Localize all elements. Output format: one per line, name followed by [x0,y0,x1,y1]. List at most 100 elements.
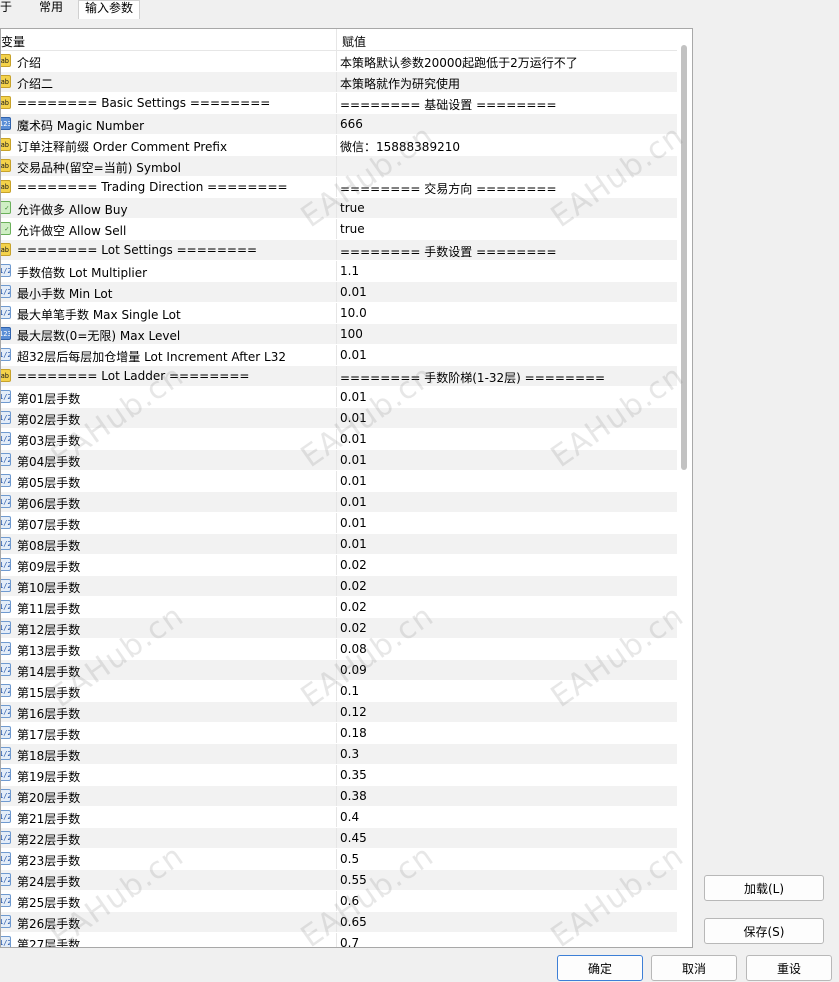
parameter-value[interactable]: 0.02 [340,621,367,635]
parameter-value[interactable]: 1.1 [340,264,359,278]
save-button[interactable]: 保存(S) [704,918,824,944]
parameter-value[interactable]: 0.18 [340,726,367,740]
table-row[interactable]: ab ======== Lot Ladder ======== ======== 手… [1,366,677,387]
parameter-value[interactable]: 0.01 [340,453,367,467]
table-row[interactable]: 1/2 第07层手数 0.01 [1,513,677,534]
table-row[interactable]: 1/2 第16层手数 0.12 [1,702,677,723]
parameter-value[interactable]: 0.6 [340,894,359,908]
table-row[interactable]: 1/2 第11层手数 0.02 [1,597,677,618]
parameter-value[interactable]: 0.01 [340,537,367,551]
vertical-scrollbar-thumb[interactable] [681,45,687,470]
parameter-value[interactable]: 0.12 [340,705,367,719]
table-row[interactable]: ✓ 允许做多 Allow Buy true [1,198,677,219]
parameter-value[interactable]: 本策略默认参数20000起跑低于2万运行不了 [340,54,578,71]
cancel-button[interactable]: 取消 [651,955,737,981]
parameter-value[interactable]: 0.08 [340,642,367,656]
table-row[interactable]: 1/2 第20层手数 0.38 [1,786,677,807]
parameter-value[interactable]: 0.4 [340,810,359,824]
table-row[interactable]: 1/2 第26层手数 0.65 [1,912,677,933]
parameter-value[interactable]: 0.7 [340,936,359,947]
table-row[interactable]: 1/2 第14层手数 0.09 [1,660,677,681]
ok-button[interactable]: 确定 [557,955,643,981]
table-row[interactable]: ab ======== Lot Settings ======== ========… [1,240,677,261]
table-row[interactable]: 1/2 第01层手数 0.01 [1,387,677,408]
cell-divider [336,198,337,218]
table-row[interactable]: 1/2 第18层手数 0.3 [1,744,677,765]
table-row[interactable]: 1/2 第09层手数 0.02 [1,555,677,576]
parameter-value[interactable]: 0.35 [340,768,367,782]
table-row[interactable]: ab 交易品种(留空=当前) Symbol [1,156,677,177]
parameter-value[interactable]: 0.45 [340,831,367,845]
table-row[interactable]: 1/2 第02层手数 0.01 [1,408,677,429]
parameter-value[interactable]: 0.3 [340,747,359,761]
table-row[interactable]: 123 魔术码 Magic Number 666 [1,114,677,135]
table-row[interactable]: 1/2 超32层后每层加仓增量 Lot Increment After L32 0.… [1,345,677,366]
table-row[interactable]: ab 订单注释前缀 Order Comment Prefix 微信：15888389… [1,135,677,156]
parameter-value[interactable]: 10.0 [340,306,367,320]
table-row[interactable]: 1/2 第13层手数 0.08 [1,639,677,660]
parameter-value[interactable]: 0.01 [340,495,367,509]
parameter-value[interactable]: ======== 手数设置 ======== [340,243,557,260]
table-row[interactable]: 1/2 第12层手数 0.02 [1,618,677,639]
tab-common[interactable]: 常用 [30,0,72,17]
table-row[interactable]: 1/2 第04层手数 0.01 [1,450,677,471]
parameter-value[interactable]: true [340,222,365,236]
table-row[interactable]: ab ======== Trading Direction ======== ===… [1,177,677,198]
table-row[interactable]: 1/2 第03层手数 0.01 [1,429,677,450]
double-type-icon: 1/2 [1,894,11,907]
parameter-value[interactable]: 100 [340,327,363,341]
table-row[interactable]: ab 介绍 本策略默认参数20000起跑低于2万运行不了 [1,51,677,72]
parameter-value[interactable]: 0.01 [340,390,367,404]
table-row[interactable]: ab ======== Basic Settings ======== ======… [1,93,677,114]
table-row[interactable]: 1/2 第27层手数 0.7 [1,933,677,947]
parameter-value[interactable]: 0.09 [340,663,367,677]
table-row[interactable]: 1/2 第10层手数 0.02 [1,576,677,597]
table-row[interactable]: 1/2 第22层手数 0.45 [1,828,677,849]
parameter-value[interactable]: ======== 手数阶梯(1-32层) ======== [340,369,605,386]
parameter-value[interactable]: 0.01 [340,516,367,530]
parameter-value[interactable]: true [340,201,365,215]
column-header-variable[interactable]: 变量 [1,33,25,50]
load-button[interactable]: 加载(L) [704,875,824,901]
column-header-value[interactable]: 赋值 [342,33,366,50]
tab-input-parameters[interactable]: 输入参数 [78,0,140,19]
table-row[interactable]: 1/2 第25层手数 0.6 [1,891,677,912]
reset-button[interactable]: 重设 [746,955,832,981]
parameter-value[interactable]: 0.02 [340,558,367,572]
parameter-value[interactable]: 666 [340,117,363,131]
parameter-value[interactable]: 本策略就作为研究使用 [340,75,460,92]
table-row[interactable]: ab 介绍二 本策略就作为研究使用 [1,72,677,93]
parameter-value[interactable]: ======== 基础设置 ======== [340,96,557,113]
table-row[interactable]: 1/2 第21层手数 0.4 [1,807,677,828]
parameter-value[interactable]: 0.01 [340,411,367,425]
column-divider[interactable] [336,29,337,50]
parameter-value[interactable]: 0.1 [340,684,359,698]
parameter-value[interactable]: ======== 交易方向 ======== [340,180,557,197]
parameter-value[interactable]: 0.01 [340,348,367,362]
table-row[interactable]: ✓ 允许做空 Allow Sell true [1,219,677,240]
parameter-value[interactable]: 0.38 [340,789,367,803]
table-row[interactable]: 1/2 第06层手数 0.01 [1,492,677,513]
parameter-value[interactable]: 0.01 [340,432,367,446]
parameter-value[interactable]: 0.02 [340,579,367,593]
parameter-value[interactable]: 0.01 [340,285,367,299]
parameter-value[interactable]: 微信：15888389210 [340,138,460,155]
parameter-value[interactable]: 0.55 [340,873,367,887]
table-row[interactable]: 1/2 第19层手数 0.35 [1,765,677,786]
table-row[interactable]: 1/2 第08层手数 0.01 [1,534,677,555]
parameter-value[interactable]: 0.01 [340,474,367,488]
table-row[interactable]: 1/2 第15层手数 0.1 [1,681,677,702]
table-row[interactable]: 1/2 第24层手数 0.55 [1,870,677,891]
tab-partial[interactable]: 于 [0,0,18,17]
table-row[interactable]: 1/2 手数倍数 Lot Multiplier 1.1 [1,261,677,282]
cell-divider [336,72,337,92]
parameter-value[interactable]: 0.5 [340,852,359,866]
table-row[interactable]: 1/2 最大单笔手数 Max Single Lot 10.0 [1,303,677,324]
parameter-value[interactable]: 0.65 [340,915,367,929]
table-row[interactable]: 1/2 第17层手数 0.18 [1,723,677,744]
table-row[interactable]: 123 最大层数(0=无限) Max Level 100 [1,324,677,345]
parameter-value[interactable]: 0.02 [340,600,367,614]
table-row[interactable]: 1/2 第05层手数 0.01 [1,471,677,492]
table-row[interactable]: 1/2 最小手数 Min Lot 0.01 [1,282,677,303]
table-row[interactable]: 1/2 第23层手数 0.5 [1,849,677,870]
